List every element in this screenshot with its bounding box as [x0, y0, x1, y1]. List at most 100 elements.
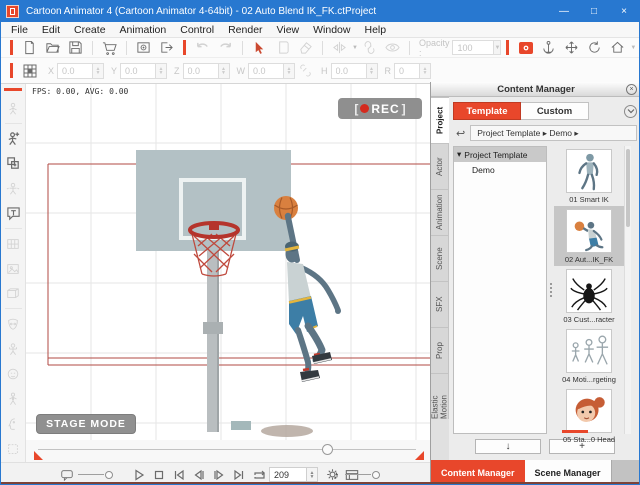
tree-caret-icon: ▾ — [457, 149, 461, 160]
toolbar-divider — [126, 41, 127, 55]
tab-template[interactable]: Template — [453, 102, 521, 120]
field-h-input — [331, 63, 367, 79]
field-r-input — [394, 63, 420, 79]
tree-splitter[interactable] — [547, 146, 554, 434]
scene-grid-icon — [1, 231, 26, 256]
tab-project[interactable]: Project — [431, 97, 449, 143]
tree-root[interactable]: ▾ Project Template — [454, 147, 546, 162]
sidebar-divider — [5, 123, 22, 124]
export-icon[interactable] — [158, 39, 175, 56]
visibility-icon — [384, 39, 401, 56]
back-arrow-icon[interactable]: ↩ — [456, 127, 465, 140]
tab-elastic-motion[interactable]: Elastic Motion — [431, 373, 449, 419]
list-item[interactable]: 04 Moti...rgeting — [554, 326, 624, 386]
tab-prop[interactable]: Prop — [431, 327, 449, 373]
menu-edit[interactable]: Edit — [35, 23, 67, 37]
sidebar-accent-bar — [4, 88, 22, 91]
go-to-end-button[interactable] — [231, 467, 247, 483]
maximize-button[interactable]: □ — [579, 0, 609, 22]
tab-actor[interactable]: Actor — [431, 143, 449, 189]
menu-create[interactable]: Create — [67, 23, 113, 37]
list-item[interactable]: 01 Smart IK — [554, 146, 624, 206]
caption-slider-track[interactable] — [78, 474, 104, 475]
main-toolbar: ▼ Opacity : ▼ ▼ — [1, 38, 639, 58]
volume-slider-handle[interactable] — [372, 471, 380, 479]
caption-slider-handle[interactable] — [105, 471, 113, 479]
create-text-icon[interactable] — [1, 201, 26, 226]
play-button[interactable] — [131, 467, 147, 483]
thumbnail-smart-ik — [566, 149, 612, 193]
toolbar-divider — [92, 41, 93, 55]
rec-indicator[interactable]: [REC] — [338, 98, 422, 119]
list-item[interactable]: 05 Sta...0 Head — [554, 386, 624, 446]
menu-window[interactable]: Window — [306, 23, 357, 37]
speech-bubble-icon[interactable] — [59, 467, 75, 483]
go-to-start-button[interactable] — [171, 467, 187, 483]
list-scrollbar-thumb[interactable] — [626, 149, 630, 227]
rotate-tool-icon[interactable] — [586, 39, 603, 56]
face-setup-icon — [1, 361, 26, 386]
breadcrumb[interactable]: Project Template ▸ Demo ▸ — [470, 125, 637, 141]
content-manager-panel: Content Manager × Project Actor Animatio… — [430, 82, 640, 460]
panel-title: Content Manager — [497, 84, 575, 95]
transform-grid-icon[interactable] — [21, 62, 38, 79]
field-y-label: Y — [111, 66, 117, 76]
app-icon — [6, 5, 19, 18]
anchor-tool-icon[interactable] — [540, 39, 557, 56]
panel-close-icon[interactable]: × — [626, 84, 637, 95]
menu-help[interactable]: Help — [357, 23, 393, 37]
home-dropdown-caret[interactable]: ▼ — [630, 45, 636, 51]
tree-item-demo[interactable]: Demo — [454, 162, 546, 177]
volume-slider-track[interactable] — [345, 474, 371, 475]
category-tabs: Project Actor Animation Scene SFX Prop E… — [431, 97, 449, 460]
prop-basketball-hoop[interactable] — [136, 150, 291, 432]
frame-number-input[interactable] — [269, 467, 307, 482]
stop-button[interactable] — [151, 467, 167, 483]
field-w-label: W — [237, 66, 246, 76]
loop-button[interactable] — [251, 467, 267, 483]
home-view-icon[interactable] — [609, 39, 626, 56]
list-item-selected[interactable]: 02 Aut...IK_FK — [554, 206, 624, 266]
select-tool-icon[interactable] — [251, 39, 268, 56]
list-item[interactable]: 03 Cust...racter — [554, 266, 624, 326]
menu-control[interactable]: Control — [173, 23, 221, 37]
move-tool-icon[interactable] — [563, 39, 580, 56]
save-project-icon[interactable] — [67, 39, 84, 56]
next-frame-button[interactable] — [211, 467, 227, 483]
download-button[interactable]: ↓ — [475, 439, 541, 454]
stage-slider-track[interactable] — [38, 449, 416, 450]
new-project-icon[interactable] — [21, 39, 38, 56]
menu-animation[interactable]: Animation — [113, 23, 174, 37]
toolbar-divider — [322, 41, 323, 55]
tab-custom[interactable]: Custom — [521, 102, 589, 120]
frame-spinner[interactable]: ▲▼ — [307, 467, 318, 482]
toolbar-divider — [242, 41, 243, 55]
character-shadow — [261, 425, 313, 437]
stage-viewport[interactable]: FPS: 0.00, AVG: 0.00 [REC] STAGE MODE — [26, 84, 430, 440]
marquee-select-icon — [1, 436, 26, 461]
menu-render[interactable]: Render — [221, 23, 269, 37]
field-x-spinner: ▲▼ — [93, 63, 104, 79]
collapse-chevron-icon[interactable] — [624, 105, 637, 118]
menu-view[interactable]: View — [270, 23, 307, 37]
open-project-icon[interactable] — [44, 39, 61, 56]
actor-template-icon — [1, 96, 26, 121]
close-button[interactable]: × — [609, 0, 639, 22]
horizontal-scrollbar-thumb[interactable] — [562, 430, 588, 433]
tab-animation[interactable]: Animation — [431, 189, 449, 235]
tab-scene[interactable]: Scene — [431, 235, 449, 281]
create-actor-icon[interactable] — [1, 126, 26, 151]
fps-readout: FPS: 0.00, AVG: 0.00 — [32, 87, 128, 96]
render-preview-icon[interactable] — [517, 39, 534, 56]
import-media-icon[interactable] — [135, 39, 152, 56]
list-scrollbar[interactable] — [624, 146, 631, 434]
music-note-icon: ♪ — [333, 468, 339, 482]
minimize-button[interactable]: — — [549, 0, 579, 22]
content-store-icon[interactable] — [101, 39, 118, 56]
create-prop-icon[interactable] — [1, 151, 26, 176]
previous-frame-button[interactable] — [191, 467, 207, 483]
menu-file[interactable]: File — [4, 23, 35, 37]
tab-sfx[interactable]: SFX — [431, 281, 449, 327]
stage-slider-handle[interactable] — [322, 444, 333, 455]
lock-ratio-icon — [297, 62, 314, 79]
